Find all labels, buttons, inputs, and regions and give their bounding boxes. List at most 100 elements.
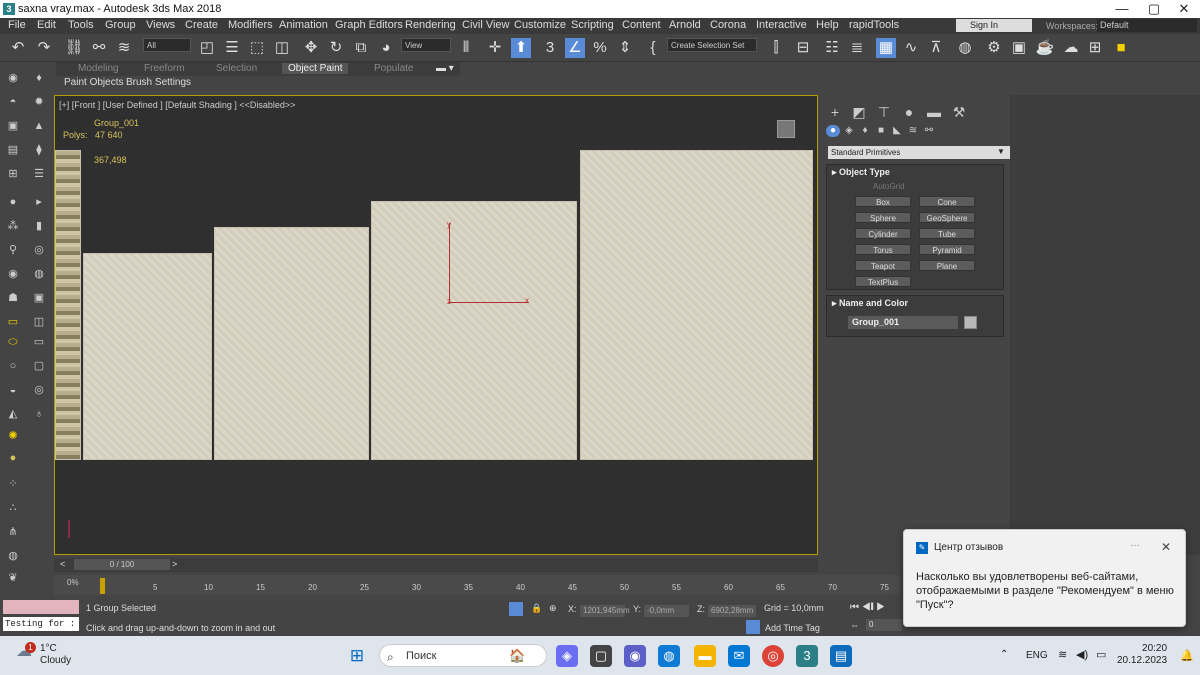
layer-explorer-icon[interactable]: ≣ bbox=[847, 38, 867, 58]
front-viewport[interactable]: [+] [Front ] [User Defined ] [Default Sh… bbox=[54, 95, 818, 555]
box-button[interactable]: Box bbox=[855, 196, 911, 207]
bind-spacewarp-icon[interactable]: ≋ bbox=[114, 38, 134, 58]
menu-file[interactable]: File bbox=[8, 19, 26, 31]
node-icon[interactable]: ⋔ bbox=[6, 526, 20, 538]
globe-icon[interactable]: ◍ bbox=[6, 550, 20, 562]
sign-in-dropdown[interactable]: Sign In bbox=[956, 19, 1032, 32]
menu-tools[interactable]: Tools bbox=[68, 19, 94, 31]
redo-icon[interactable]: ↷ bbox=[34, 38, 54, 58]
monitor-icon[interactable]: ▭ bbox=[32, 336, 46, 348]
terrain-icon[interactable]: ▲ bbox=[32, 120, 46, 132]
box-icon[interactable]: ▣ bbox=[6, 120, 20, 132]
systems-icon[interactable]: ⚯ bbox=[922, 125, 936, 137]
frame2-icon[interactable]: ▢ bbox=[32, 360, 46, 372]
menu-civil-view[interactable]: Civil View bbox=[462, 19, 509, 31]
toggle-scene-explorer-icon[interactable]: ☷ bbox=[822, 38, 842, 58]
helpers-icon[interactable]: ◣ bbox=[890, 125, 904, 137]
object-type-title[interactable]: ▸ Object Type bbox=[832, 167, 890, 178]
utilities-tab-icon[interactable]: ⚒ bbox=[950, 103, 968, 121]
motion-tab-icon[interactable]: ● bbox=[900, 103, 918, 121]
sphere-button[interactable]: Sphere bbox=[855, 212, 911, 223]
cylinder-button[interactable]: Cylinder bbox=[855, 228, 911, 239]
rect-selection-icon[interactable]: ⬚ bbox=[247, 38, 267, 58]
menu-help[interactable]: Help bbox=[816, 19, 839, 31]
chrome-icon[interactable]: ◎ bbox=[762, 645, 784, 667]
autogrid-checkbox[interactable]: AutoGrid bbox=[873, 182, 905, 191]
display-tab-icon[interactable]: ▬ bbox=[925, 103, 943, 121]
ribbon-options-icon[interactable]: ▬ ▾ bbox=[436, 63, 454, 74]
menu-scripting[interactable]: Scripting bbox=[571, 19, 614, 31]
spray-icon[interactable]: ⁂ bbox=[6, 220, 20, 232]
close-button[interactable]: ✕ bbox=[1168, 0, 1200, 18]
mail-icon[interactable]: ✉ bbox=[728, 645, 750, 667]
teapot-icon[interactable]: ☗ bbox=[6, 292, 20, 304]
disc-icon[interactable]: ● bbox=[6, 452, 20, 464]
time-next-button[interactable]: > bbox=[172, 559, 177, 569]
scale-icon[interactable]: ⧉ bbox=[351, 38, 371, 58]
volume-icon[interactable]: ◀) bbox=[1076, 648, 1088, 661]
lock-icon[interactable]: 🔒 bbox=[531, 603, 542, 614]
y-coordinate-field[interactable]: -0,0mm bbox=[644, 605, 689, 617]
lightbulb-icon[interactable]: ♁ bbox=[32, 408, 46, 420]
weather-widget[interactable]: ☁ 1 1°C Cloudy bbox=[12, 642, 71, 667]
object-color-swatch[interactable] bbox=[964, 316, 977, 329]
teapot-button[interactable]: Teapot bbox=[855, 260, 911, 271]
frame-icon[interactable]: ▣ bbox=[32, 292, 46, 304]
key-mode-icon[interactable]: ⇔ bbox=[850, 620, 859, 630]
lamp-icon[interactable]: ◭ bbox=[6, 408, 20, 420]
named-selection-dropdown[interactable]: Create Selection Set bbox=[667, 38, 757, 52]
tab-object-paint[interactable]: Object Paint bbox=[282, 63, 349, 74]
notifications-icon[interactable]: 🔔 bbox=[1180, 649, 1194, 662]
wrench-icon[interactable]: ⚲ bbox=[6, 244, 20, 256]
curve-editor-icon[interactable]: ∿ bbox=[901, 38, 921, 58]
tab-selection[interactable]: Selection bbox=[216, 63, 257, 74]
vray-icon[interactable]: ■ bbox=[1111, 38, 1131, 58]
select-object-icon[interactable]: ◰ bbox=[197, 38, 217, 58]
edge-icon[interactable]: ◍ bbox=[658, 645, 680, 667]
tab-populate[interactable]: Populate bbox=[374, 63, 413, 74]
system-clock[interactable]: 20:20 20.12.2023 bbox=[1117, 643, 1167, 667]
textplus-button[interactable]: TextPlus bbox=[855, 276, 911, 287]
hierarchy-tab-icon[interactable]: ⊤ bbox=[875, 103, 893, 121]
menu-group[interactable]: Group bbox=[105, 19, 136, 31]
shapes-icon[interactable]: ◈ bbox=[842, 125, 856, 137]
wall-panel-4[interactable] bbox=[580, 150, 813, 460]
menu-content[interactable]: Content bbox=[622, 19, 661, 31]
wall-panel-3[interactable] bbox=[371, 201, 577, 460]
notification-close-icon[interactable]: ✕ bbox=[1161, 540, 1171, 554]
tube-button[interactable]: Tube bbox=[919, 228, 975, 239]
sphere-icon[interactable]: ◓ bbox=[6, 96, 20, 108]
render-setup-icon[interactable]: ⚙ bbox=[984, 38, 1004, 58]
visibility-icon[interactable]: ◎ bbox=[32, 384, 46, 396]
leaf-icon[interactable]: ❦ bbox=[6, 572, 20, 584]
file-explorer-icon[interactable]: ▬ bbox=[694, 645, 716, 667]
placement-icon[interactable]: ◕ bbox=[376, 38, 396, 58]
pyramid-button[interactable]: Pyramid bbox=[919, 244, 975, 255]
ref-coord-dropdown[interactable]: View bbox=[401, 38, 451, 52]
lights-icon[interactable]: ♦ bbox=[858, 125, 872, 137]
spacewarps-icon[interactable]: ≋ bbox=[906, 125, 920, 137]
windows-start-icon[interactable]: ⊞ bbox=[346, 645, 368, 667]
plane-button[interactable]: Plane bbox=[919, 260, 975, 271]
unlink-icon[interactable]: ⚯ bbox=[89, 38, 109, 58]
track-bar[interactable]: 0% 0 5 10 15 20 25 30 35 40 45 50 55 60 … bbox=[54, 575, 900, 595]
circle-icon[interactable]: ○ bbox=[6, 360, 20, 372]
maxscript-listener-output[interactable] bbox=[3, 600, 79, 614]
wall-panel-1[interactable] bbox=[83, 253, 212, 460]
playback-controls[interactable]: ⏮ ◀❙ ▶ bbox=[850, 602, 885, 613]
light-icon[interactable]: ♦ bbox=[32, 72, 46, 84]
tab-freeform[interactable]: Freeform bbox=[144, 63, 185, 74]
time-slider[interactable]: 0 / 100 bbox=[74, 559, 170, 570]
tab-modeling[interactable]: Modeling bbox=[78, 63, 119, 74]
paint-icon[interactable]: ▮ bbox=[32, 220, 46, 232]
menu-customize[interactable]: Customize bbox=[514, 19, 566, 31]
spinner-snap-icon[interactable]: ⇕ bbox=[615, 38, 635, 58]
window-icon[interactable]: ◫ bbox=[32, 316, 46, 328]
render-iterative-icon[interactable]: ☁ bbox=[1061, 38, 1081, 58]
minimize-button[interactable]: — bbox=[1106, 0, 1138, 18]
feedback-notification[interactable]: ✎ Центр отзывов ··· ✕ Насколько вы удовл… bbox=[903, 529, 1186, 627]
mirror-icon[interactable]: ⫿ bbox=[766, 38, 786, 58]
notepad-icon[interactable]: ▤ bbox=[830, 645, 852, 667]
more-options-icon[interactable]: ··· bbox=[1130, 540, 1140, 551]
capsule-icon[interactable]: ⬭ bbox=[6, 336, 20, 348]
